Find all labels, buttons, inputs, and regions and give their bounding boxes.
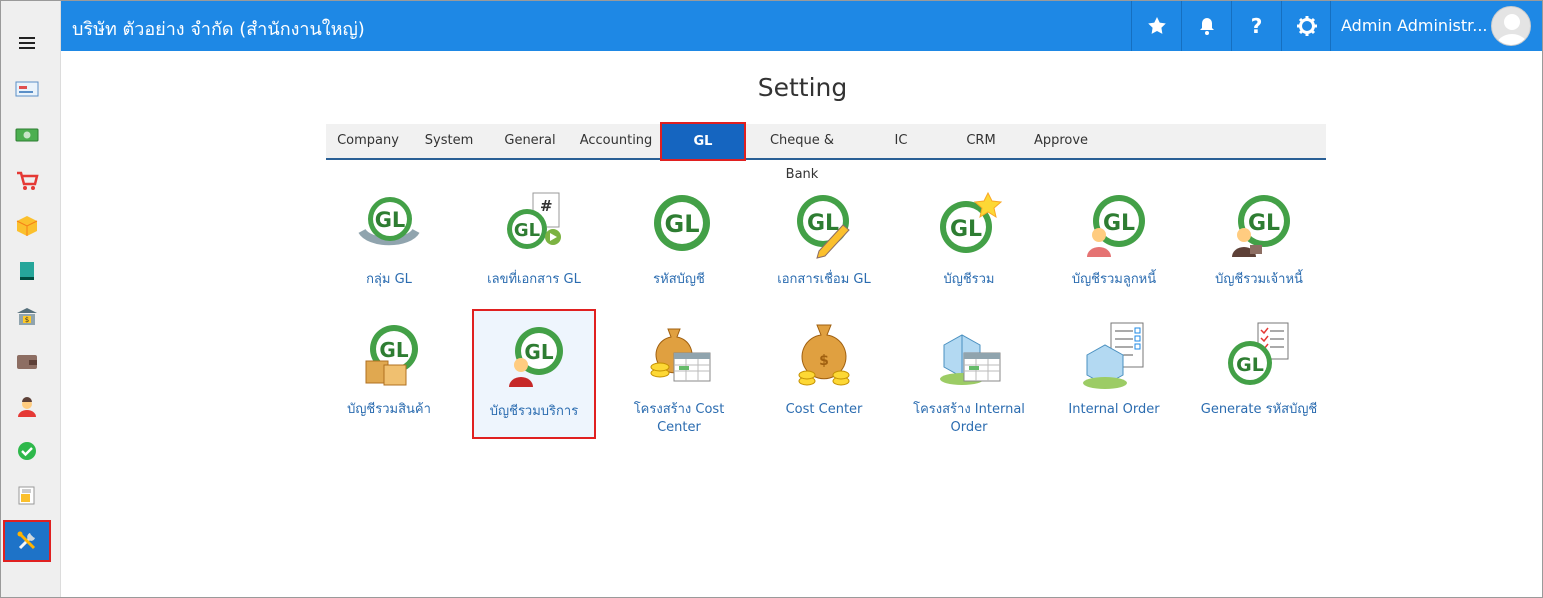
bank-icon[interactable]: $ [4,297,50,337]
svg-text:GL: GL [514,220,540,241]
question-icon: ? [1250,14,1263,38]
settings-tabs: Company System General Accounting GL Che… [326,122,1326,182]
svg-text:GL: GL [379,338,408,362]
svg-text:GL: GL [1103,211,1135,236]
gl-service-icon: GL [499,323,569,393]
tab-company[interactable]: Company [331,124,405,158]
settings-tools-icon[interactable] [3,520,51,562]
tab-ic[interactable]: IC [866,124,936,158]
tile-gl-link-doc[interactable]: GL เอกสารเชื่อม GL [764,191,884,289]
tile-gl-doc-number[interactable]: # GL เลขที่เอกสาร GL [474,191,594,289]
tab-cheque-bank[interactable]: Cheque & Bank [752,124,852,182]
tab-accounting[interactable]: Accounting [576,124,656,158]
tile-label: บัญชีรวมเจ้าหนี้ [1215,272,1303,287]
svg-text:GL: GL [1236,354,1264,376]
tile-product-account[interactable]: GL บัญชีรวมสินค้า [329,321,449,419]
tile-label: Internal Order [1068,402,1160,417]
gl-doc-number-icon: # GL [499,191,569,261]
star-icon [1147,17,1166,34]
dashboard-icon[interactable] [4,69,50,109]
money-bag-icon: $ [789,321,859,391]
svg-text:#: # [540,197,553,215]
tile-cost-center-structure[interactable]: โครงสร้าง Cost Center [619,321,739,437]
employee-icon[interactable] [4,387,50,427]
svg-text:$: $ [25,316,29,324]
tile-label: กลุ่ม GL [366,272,412,287]
wallet-icon[interactable] [4,341,50,381]
tab-approve[interactable]: Approve [1026,124,1096,158]
svg-text:$: $ [819,353,829,369]
tile-label: รหัสบัญชี [653,272,705,287]
tab-gl[interactable]: GL [660,122,746,161]
gear-icon [1296,16,1317,36]
tile-debtor-account[interactable]: GL บัญชีรวมลูกหนี้ [1054,191,1174,289]
gl-link-doc-icon: GL [789,191,859,261]
tile-label: โครงสร้าง Internal Order [913,402,1025,435]
tile-service-account[interactable]: GL บัญชีรวมบริการ [472,309,596,439]
svg-text:GL: GL [807,211,839,236]
report-icon[interactable] [4,475,50,515]
company-name[interactable]: บริษัท ตัวอย่าง จำกัด (สำนักงานใหญ่) [72,14,365,43]
svg-text:GL: GL [950,217,982,242]
tile-label: บัญชีรวม [943,272,995,287]
tile-internal-order-structure[interactable]: โครงสร้าง Internal Order [909,321,1029,437]
gl-star-icon: GL [934,191,1004,261]
gl-creditor-icon: GL [1224,191,1294,261]
gl-icon: GL [644,191,714,261]
gl-product-icon: GL [354,321,424,391]
approve-check-icon[interactable] [4,431,50,471]
sidebar: $ [1,1,61,597]
settings-button[interactable] [1281,1,1331,51]
tab-general[interactable]: General [493,124,567,158]
tile-label: Generate รหัสบัญชี [1200,402,1318,417]
tile-creditor-account[interactable]: GL บัญชีรวมเจ้าหนี้ [1199,191,1319,289]
cash-icon[interactable] [4,115,50,155]
internal-structure-icon [934,321,1004,391]
tile-label: Cost Center [785,402,863,417]
tile-label: บัญชีรวมลูกหนี้ [1071,272,1157,287]
cost-structure-icon [644,321,714,391]
tile-label: เลขที่เอกสาร GL [487,272,581,287]
tile-summary-account[interactable]: GL บัญชีรวม [909,191,1029,289]
building-checklist-icon [1079,321,1149,391]
box-icon[interactable] [4,205,50,245]
tile-label: เอกสารเชื่อม GL [777,272,871,287]
gl-debtor-icon: GL [1079,191,1149,261]
tab-crm[interactable]: CRM [946,124,1016,158]
page-title: Setting [757,73,848,102]
help-button[interactable]: ? [1231,1,1281,51]
svg-text:GL: GL [524,340,553,364]
notifications-button[interactable] [1181,1,1231,51]
tile-label: บัญชีรวมสินค้า [347,402,431,417]
gl-checklist-icon: GL [1224,321,1294,391]
tab-system[interactable]: System [414,124,484,158]
tile-cost-center[interactable]: $ Cost Center [764,321,884,419]
menu-icon[interactable] [19,37,35,49]
svg-text:GL: GL [665,210,700,238]
tile-label: โครงสร้าง Cost Center [633,402,725,435]
tile-generate-account-code[interactable]: GL Generate รหัสบัญชี [1199,321,1319,419]
tile-account-code[interactable]: GL รหัสบัญชี [619,191,739,289]
tile-gl-group[interactable]: GL กลุ่ม GL [329,191,449,289]
user-name: Admin Administr... [1341,16,1488,35]
book-icon[interactable] [4,251,50,291]
tile-label: บัญชีรวมบริการ [489,404,579,419]
cart-icon[interactable] [4,161,50,201]
gl-group-icon: GL [354,191,424,261]
tile-internal-order[interactable]: Internal Order [1054,321,1174,419]
svg-text:GL: GL [1248,211,1280,236]
avatar[interactable] [1491,6,1531,46]
bell-icon [1199,18,1214,35]
favorites-button[interactable] [1131,1,1181,51]
top-bar: บริษัท ตัวอย่าง จำกัด (สำนักงานใหญ่) ? A… [61,1,1542,51]
svg-text:GL: GL [375,208,406,232]
user-menu[interactable]: Admin Administr... [1330,1,1542,51]
